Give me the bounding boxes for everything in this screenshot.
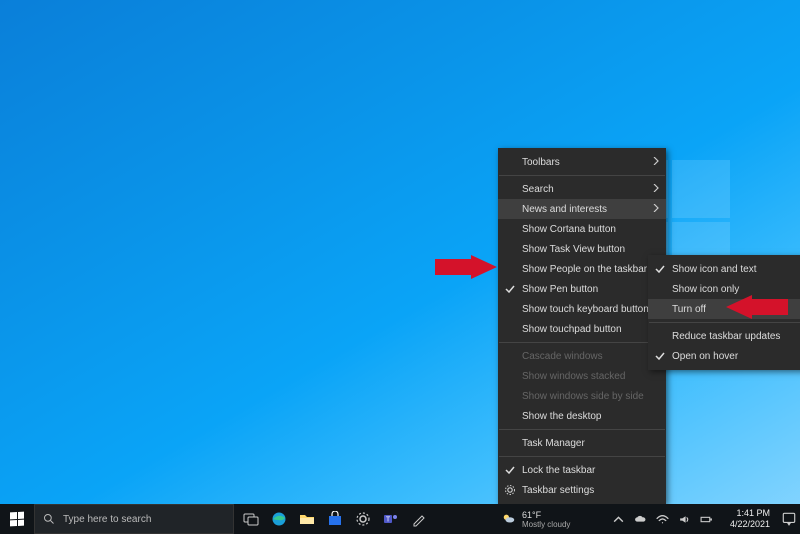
gear-icon [504,484,516,496]
start-button[interactable] [0,504,34,534]
menu-item-label: Show icon only [672,284,739,295]
search-placeholder: Type here to search [63,514,151,525]
pen-icon [411,511,427,527]
menu-separator [499,175,665,176]
edge-icon [271,511,287,527]
menu-separator [499,342,665,343]
menu-item-label: Show icon and text [672,264,757,275]
battery-icon [700,513,713,526]
settings-app[interactable] [350,504,376,534]
file-explorer-app[interactable] [294,504,320,534]
volume-icon [678,513,691,526]
search-icon [43,513,55,525]
clock-time: 1:41 PM [736,508,770,519]
check-icon [504,464,516,476]
menu-item-label: Show touchpad button [522,324,622,335]
menu-item-label: Turn off [672,304,706,315]
check-icon [504,283,516,295]
taskbar-pinned-apps: T [234,504,436,534]
folder-icon [299,511,315,527]
weather-condition: Mostly cloudy [522,520,570,529]
menu-item-label: Task Manager [522,438,585,449]
submenu-item-show-icon-text[interactable]: Show icon and text [648,259,800,279]
store-icon [327,511,343,527]
menu-item-lock-taskbar[interactable]: Lock the taskbar [498,460,666,480]
taskbar-clock[interactable]: 1:41 PM 4/22/2021 [722,504,778,534]
weather-cloudy-icon [502,512,516,526]
menu-item-show-task-view[interactable]: Show Task View button [498,239,666,259]
menu-item-task-manager[interactable]: Task Manager [498,433,666,453]
submenu-item-open-on-hover[interactable]: Open on hover [648,346,800,366]
menu-separator [499,456,665,457]
menu-item-label: Reduce taskbar updates [672,331,780,342]
menu-item-cascade: Cascade windows [498,346,666,366]
menu-item-label: Taskbar settings [522,485,594,496]
tray-overflow[interactable] [610,510,628,528]
teams-app[interactable]: T [378,504,404,534]
pen-button[interactable] [406,504,432,534]
menu-item-label: Search [522,184,554,195]
menu-item-show-touch-keyboard[interactable]: Show touch keyboard button [498,299,666,319]
menu-item-show-pen[interactable]: Show Pen button [498,279,666,299]
menu-item-label: Lock the taskbar [522,465,595,476]
chevron-right-icon [652,184,660,192]
menu-item-show-desktop[interactable]: Show the desktop [498,406,666,426]
menu-item-label: Show touch keyboard button [522,304,649,315]
task-view-button[interactable] [238,504,264,534]
check-icon [654,350,666,362]
taskbar: Type here to search T [0,504,800,534]
tray-battery[interactable] [698,510,716,528]
svg-text:T: T [386,517,391,524]
tray-network[interactable] [654,510,672,528]
taskbar-search[interactable]: Type here to search [34,504,234,534]
menu-item-taskbar-settings[interactable]: Taskbar settings [498,480,666,500]
menu-separator [649,322,800,323]
system-tray [604,504,722,534]
annotation-arrow-left [435,255,497,279]
menu-item-stacked: Show windows stacked [498,366,666,386]
menu-item-show-people[interactable]: Show People on the taskbar [498,259,666,279]
chevron-right-icon [652,157,660,165]
menu-item-label: Toolbars [522,157,560,168]
chevron-up-icon [612,513,625,526]
notification-icon [781,511,797,527]
check-icon [654,263,666,275]
windows-logo-icon [10,512,24,527]
weather-temp: 61°F [522,510,570,520]
tray-volume[interactable] [676,510,694,528]
gear-icon [355,511,371,527]
clock-date: 4/22/2021 [730,519,770,530]
store-app[interactable] [322,504,348,534]
cloud-icon [634,513,647,526]
menu-item-news-and-interests[interactable]: News and interests [498,199,666,219]
action-center-button[interactable] [778,504,800,534]
menu-item-side-by-side: Show windows side by side [498,386,666,406]
edge-app[interactable] [266,504,292,534]
menu-item-label: Show Cortana button [522,224,616,235]
menu-item-show-cortana[interactable]: Show Cortana button [498,219,666,239]
menu-item-label: Show Task View button [522,244,625,255]
menu-item-show-touchpad[interactable]: Show touchpad button [498,319,666,339]
teams-icon: T [383,511,399,527]
menu-item-label: Show windows side by side [522,391,644,402]
tray-onedrive[interactable] [632,510,650,528]
menu-item-label: Show windows stacked [522,371,625,382]
submenu-item-reduce-updates[interactable]: Reduce taskbar updates [648,326,800,346]
menu-item-label: Show the desktop [522,411,602,422]
taskbar-context-menu: Toolbars Search News and interests Show … [498,148,666,504]
menu-separator [499,429,665,430]
menu-item-label: Cascade windows [522,351,603,362]
menu-item-search[interactable]: Search [498,179,666,199]
menu-item-toolbars[interactable]: Toolbars [498,152,666,172]
menu-item-label: Show Pen button [522,284,598,295]
wifi-icon [656,513,669,526]
menu-item-label: Open on hover [672,351,738,362]
menu-item-label: News and interests [522,204,607,215]
news-and-interests-widget[interactable]: 61°F Mostly cloudy [494,504,604,534]
chevron-right-icon [652,204,660,212]
task-view-icon [243,511,259,527]
annotation-arrow-right [726,295,788,319]
menu-item-label: Show People on the taskbar [522,264,647,275]
desktop[interactable]: Toolbars Search News and interests Show … [0,0,800,534]
